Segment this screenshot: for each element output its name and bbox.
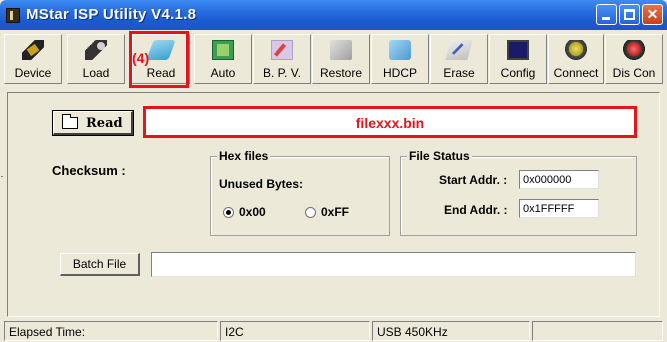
device-button[interactable]: Device xyxy=(4,34,62,84)
radio-0x00-label[interactable]: 0x00 xyxy=(239,205,266,219)
chip-icon xyxy=(22,40,44,60)
radio-0xff[interactable] xyxy=(305,207,316,218)
window-title: MStar ISP Utility V4.1.8 xyxy=(26,6,197,23)
erase-button-label: Erase xyxy=(443,66,475,80)
radio-0x00[interactable] xyxy=(223,207,234,218)
start-addr-label: Start Addr. : xyxy=(439,173,508,187)
connect-icon xyxy=(565,40,587,60)
read-file-button-label: Read xyxy=(86,116,123,131)
batch-file-button[interactable]: Batch File xyxy=(60,253,140,276)
minimize-icon xyxy=(602,17,610,20)
minimize-button[interactable] xyxy=(596,4,617,25)
connect-button-label: Connect xyxy=(553,66,599,80)
toolbar: Device Load Read Auto B. P. V. Restore H… xyxy=(4,34,663,84)
elapsed-time: Elapsed Time: xyxy=(4,321,218,341)
hex-files-group: Hex files Unused Bytes: 0x00 0xFF xyxy=(210,149,390,236)
checksum-label: Checksum : xyxy=(52,163,126,178)
end-addr-field[interactable] xyxy=(519,199,599,218)
auto-button[interactable]: Auto xyxy=(194,34,252,84)
close-icon: ✕ xyxy=(646,6,659,22)
disconnect-button[interactable]: Dis Con xyxy=(605,34,663,84)
restore-button-label: Restore xyxy=(319,66,363,80)
bpv-button-label: B. P. V. xyxy=(262,66,302,80)
hdcp-button-label: HDCP xyxy=(382,66,417,80)
maximize-icon xyxy=(624,9,635,20)
bpv-button[interactable]: B. P. V. xyxy=(253,34,311,84)
status-extra xyxy=(532,321,663,341)
status-bar: Elapsed Time: I2C USB 450KHz xyxy=(0,321,667,342)
hdcp-button[interactable]: HDCP xyxy=(371,34,429,84)
auto-button-label: Auto xyxy=(210,66,236,80)
file-name-text: filexxx.bin xyxy=(355,115,425,131)
unused-bytes-label: Unused Bytes: xyxy=(219,177,304,191)
maximize-button[interactable] xyxy=(619,4,640,25)
read-file-button[interactable]: Read xyxy=(53,111,133,135)
restore-icon xyxy=(330,40,352,60)
erase-icon xyxy=(445,40,473,60)
start-addr-field[interactable] xyxy=(519,170,599,189)
step-annotation: (4) xyxy=(132,50,150,66)
interface-status: I2C xyxy=(220,321,370,341)
restore-button[interactable]: Restore xyxy=(312,34,370,84)
app-window: MStar ISP Utility V4.1.8 ✕ Device Load R… xyxy=(0,0,667,342)
config-button-label: Config xyxy=(500,66,536,80)
open-folder-icon xyxy=(62,114,78,129)
file-status-title: File Status xyxy=(407,149,472,163)
bpv-icon xyxy=(271,40,293,60)
load-button-label: Load xyxy=(82,66,110,80)
load-button[interactable]: Load xyxy=(67,34,125,84)
title-bar[interactable]: MStar ISP Utility V4.1.8 ✕ xyxy=(0,0,667,30)
disconnect-icon xyxy=(623,40,645,60)
hdcp-icon xyxy=(389,40,411,60)
config-button[interactable]: Config xyxy=(489,34,547,84)
config-monitor-icon xyxy=(507,40,529,60)
connect-button[interactable]: Connect xyxy=(548,34,604,84)
usb-status: USB 450KHz xyxy=(372,321,530,341)
file-status-group: File Status Start Addr. : End Addr. : xyxy=(400,149,637,236)
erase-button[interactable]: Erase xyxy=(430,34,488,84)
auto-icon xyxy=(212,40,234,60)
file-name-display: filexxx.bin xyxy=(143,106,637,138)
load-chip-icon xyxy=(85,40,107,60)
end-addr-label: End Addr. : xyxy=(444,203,508,217)
radio-0xff-label[interactable]: 0xFF xyxy=(321,205,349,219)
close-button[interactable]: ✕ xyxy=(642,4,663,25)
device-button-label: Device xyxy=(14,66,52,80)
app-icon xyxy=(6,8,20,23)
divider-mark xyxy=(1,176,3,177)
batch-file-field[interactable] xyxy=(151,252,636,277)
disconnect-button-label: Dis Con xyxy=(612,66,656,80)
hex-files-title: Hex files xyxy=(217,149,271,163)
